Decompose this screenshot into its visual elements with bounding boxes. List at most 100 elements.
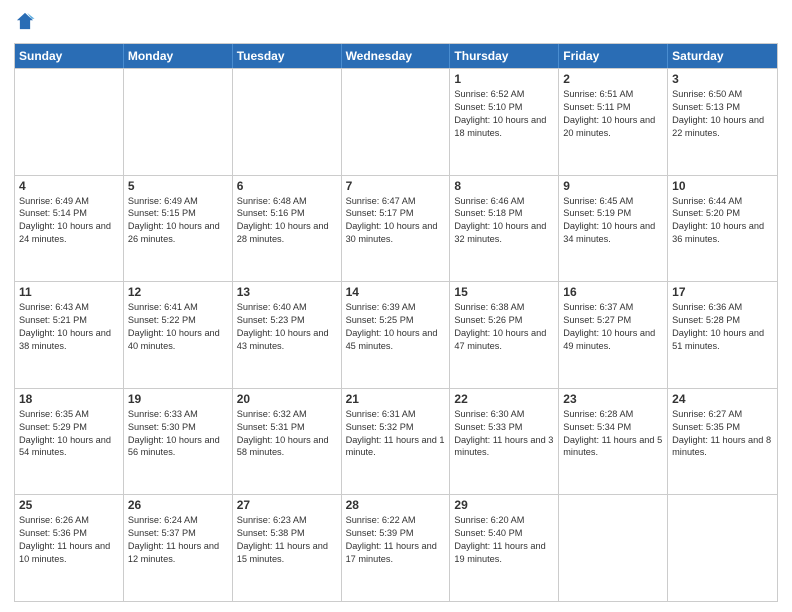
cal-cell: 28 Sunrise: 6:22 AM Sunset: 5:39 PM Dayli…: [342, 495, 451, 601]
cal-cell: 25 Sunrise: 6:26 AM Sunset: 5:36 PM Dayli…: [15, 495, 124, 601]
day-number: 3: [672, 72, 773, 86]
cal-cell: [342, 69, 451, 175]
cal-cell: 12 Sunrise: 6:41 AM Sunset: 5:22 PM Dayli…: [124, 282, 233, 388]
cal-row-1: 1 Sunrise: 6:52 AM Sunset: 5:10 PM Daylig…: [15, 68, 777, 175]
day-number: 10: [672, 179, 773, 193]
cal-cell: 26Sunrise: 6:24 AM Sunset: 5:37 PM Dayli…: [124, 495, 233, 601]
day-info: Sunrise: 6:46 AM Sunset: 5:18 PM Dayligh…: [454, 195, 554, 247]
day-info: Sunrise: 6:44 AM Sunset: 5:20 PM Dayligh…: [672, 195, 773, 247]
cal-cell: 8 Sunrise: 6:46 AM Sunset: 5:18 PM Daylig…: [450, 176, 559, 282]
header: [14, 10, 778, 37]
day-info: Sunrise: 6:49 AM Sunset: 5:15 PM Dayligh…: [128, 195, 228, 247]
cal-cell: 29 Sunrise: 6:20 AM Sunset: 5:40 PM Dayli…: [450, 495, 559, 601]
day-info: Sunrise: 6:36 AM Sunset: 5:28 PM Dayligh…: [672, 301, 773, 353]
cal-row-4: 18 Sunrise: 6:35 AM Sunset: 5:29 PM Dayli…: [15, 388, 777, 495]
cal-cell: 14 Sunrise: 6:39 AM Sunset: 5:25 PM Dayli…: [342, 282, 451, 388]
cal-cell: 22 Sunrise: 6:30 AM Sunset: 5:33 PM Dayli…: [450, 389, 559, 495]
day-number: 24: [672, 392, 773, 406]
cal-cell: 18 Sunrise: 6:35 AM Sunset: 5:29 PM Dayli…: [15, 389, 124, 495]
day-info: Sunrise: 6:30 AM Sunset: 5:33 PM Dayligh…: [454, 408, 554, 460]
calendar-body: 1 Sunrise: 6:52 AM Sunset: 5:10 PM Daylig…: [15, 68, 777, 601]
day-info: Sunrise: 6:49 AM Sunset: 5:14 PM Dayligh…: [19, 195, 119, 247]
cal-cell: [559, 495, 668, 601]
day-info: Sunrise: 6:33 AM Sunset: 5:30 PM Dayligh…: [128, 408, 228, 460]
day-info: Sunrise: 6:41 AM Sunset: 5:22 PM Dayligh…: [128, 301, 228, 353]
cal-cell: 3 Sunrise: 6:50 AM Sunset: 5:13 PM Daylig…: [668, 69, 777, 175]
calendar-header: SundayMondayTuesdayWednesdayThursdayFrid…: [15, 44, 777, 68]
cal-row-2: 4 Sunrise: 6:49 AM Sunset: 5:14 PM Daylig…: [15, 175, 777, 282]
day-number: 19: [128, 392, 228, 406]
cal-cell: 20 Sunrise: 6:32 AM Sunset: 5:31 PM Dayli…: [233, 389, 342, 495]
day-info: Sunrise: 6:26 AM Sunset: 5:36 PM Dayligh…: [19, 514, 119, 566]
weekday-header-tuesday: Tuesday: [233, 44, 342, 68]
weekday-header-thursday: Thursday: [450, 44, 559, 68]
day-info: Sunrise: 6:22 AM Sunset: 5:39 PM Dayligh…: [346, 514, 446, 566]
day-number: 1: [454, 72, 554, 86]
day-number: 7: [346, 179, 446, 193]
day-number: 9: [563, 179, 663, 193]
page: SundayMondayTuesdayWednesdayThursdayFrid…: [0, 0, 792, 612]
weekday-header-monday: Monday: [124, 44, 233, 68]
logo-icon: [14, 10, 36, 32]
day-info: Sunrise: 6:32 AM Sunset: 5:31 PM Dayligh…: [237, 408, 337, 460]
day-info: Sunrise: 6:37 AM Sunset: 5:27 PM Dayligh…: [563, 301, 663, 353]
day-info: Sunrise: 6:20 AM Sunset: 5:40 PM Dayligh…: [454, 514, 554, 566]
cal-cell: 7 Sunrise: 6:47 AM Sunset: 5:17 PM Daylig…: [342, 176, 451, 282]
day-number: 23: [563, 392, 663, 406]
cal-cell: 15Sunrise: 6:38 AM Sunset: 5:26 PM Dayli…: [450, 282, 559, 388]
weekday-header-friday: Friday: [559, 44, 668, 68]
cal-cell: 6Sunrise: 6:48 AM Sunset: 5:16 PM Daylig…: [233, 176, 342, 282]
day-number: 29: [454, 498, 554, 512]
day-number: 22: [454, 392, 554, 406]
day-info: Sunrise: 6:23 AM Sunset: 5:38 PM Dayligh…: [237, 514, 337, 566]
cal-cell: 24Sunrise: 6:27 AM Sunset: 5:35 PM Dayli…: [668, 389, 777, 495]
weekday-header-saturday: Saturday: [668, 44, 777, 68]
day-number: 20: [237, 392, 337, 406]
day-info: Sunrise: 6:51 AM Sunset: 5:11 PM Dayligh…: [563, 88, 663, 140]
day-info: Sunrise: 6:43 AM Sunset: 5:21 PM Dayligh…: [19, 301, 119, 353]
day-number: 8: [454, 179, 554, 193]
day-info: Sunrise: 6:52 AM Sunset: 5:10 PM Dayligh…: [454, 88, 554, 140]
logo: [14, 10, 38, 37]
cal-cell: 4 Sunrise: 6:49 AM Sunset: 5:14 PM Daylig…: [15, 176, 124, 282]
day-number: 25: [19, 498, 119, 512]
day-number: 18: [19, 392, 119, 406]
day-number: 2: [563, 72, 663, 86]
cal-cell: [668, 495, 777, 601]
day-info: Sunrise: 6:40 AM Sunset: 5:23 PM Dayligh…: [237, 301, 337, 353]
cal-cell: 2 Sunrise: 6:51 AM Sunset: 5:11 PM Daylig…: [559, 69, 668, 175]
day-number: 4: [19, 179, 119, 193]
cal-cell: 19 Sunrise: 6:33 AM Sunset: 5:30 PM Dayli…: [124, 389, 233, 495]
day-number: 28: [346, 498, 446, 512]
day-info: Sunrise: 6:39 AM Sunset: 5:25 PM Dayligh…: [346, 301, 446, 353]
weekday-header-wednesday: Wednesday: [342, 44, 451, 68]
cal-cell: 27 Sunrise: 6:23 AM Sunset: 5:38 PM Dayli…: [233, 495, 342, 601]
day-info: Sunrise: 6:47 AM Sunset: 5:17 PM Dayligh…: [346, 195, 446, 247]
calendar: SundayMondayTuesdayWednesdayThursdayFrid…: [14, 43, 778, 602]
day-number: 26: [128, 498, 228, 512]
day-info: Sunrise: 6:48 AM Sunset: 5:16 PM Dayligh…: [237, 195, 337, 247]
day-number: 16: [563, 285, 663, 299]
cal-cell: 23 Sunrise: 6:28 AM Sunset: 5:34 PM Dayli…: [559, 389, 668, 495]
day-info: Sunrise: 6:50 AM Sunset: 5:13 PM Dayligh…: [672, 88, 773, 140]
cal-cell: 21Sunrise: 6:31 AM Sunset: 5:32 PM Dayli…: [342, 389, 451, 495]
day-info: Sunrise: 6:35 AM Sunset: 5:29 PM Dayligh…: [19, 408, 119, 460]
day-number: 27: [237, 498, 337, 512]
cal-cell: 10 Sunrise: 6:44 AM Sunset: 5:20 PM Dayli…: [668, 176, 777, 282]
cal-cell: [124, 69, 233, 175]
day-number: 17: [672, 285, 773, 299]
day-number: 15: [454, 285, 554, 299]
day-number: 12: [128, 285, 228, 299]
day-info: Sunrise: 6:31 AM Sunset: 5:32 PM Dayligh…: [346, 408, 446, 460]
weekday-header-sunday: Sunday: [15, 44, 124, 68]
cal-cell: [15, 69, 124, 175]
cal-cell: 16 Sunrise: 6:37 AM Sunset: 5:27 PM Dayli…: [559, 282, 668, 388]
day-info: Sunrise: 6:28 AM Sunset: 5:34 PM Dayligh…: [563, 408, 663, 460]
cal-cell: 11Sunrise: 6:43 AM Sunset: 5:21 PM Dayli…: [15, 282, 124, 388]
day-info: Sunrise: 6:45 AM Sunset: 5:19 PM Dayligh…: [563, 195, 663, 247]
day-number: 13: [237, 285, 337, 299]
cal-row-5: 25 Sunrise: 6:26 AM Sunset: 5:36 PM Dayli…: [15, 494, 777, 601]
cal-row-3: 11Sunrise: 6:43 AM Sunset: 5:21 PM Dayli…: [15, 281, 777, 388]
cal-cell: 17 Sunrise: 6:36 AM Sunset: 5:28 PM Dayli…: [668, 282, 777, 388]
day-number: 14: [346, 285, 446, 299]
